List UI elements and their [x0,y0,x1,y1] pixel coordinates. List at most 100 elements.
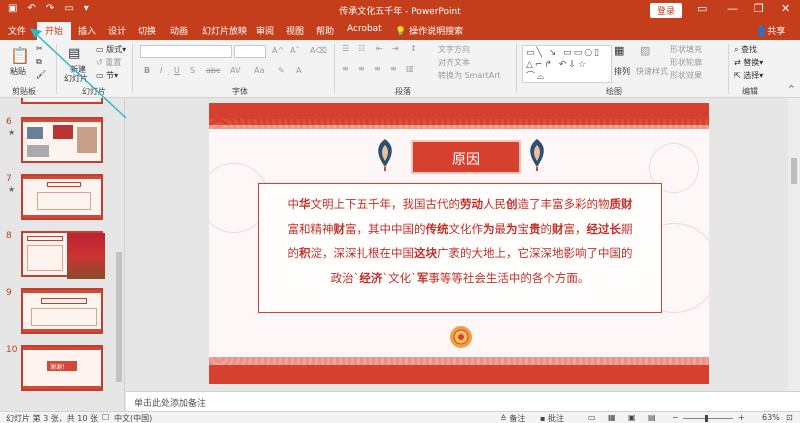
quick-styles-icon[interactable]: ▨ [640,44,650,57]
format-painter-icon[interactable]: 🖌 [36,70,46,79]
align-text-button[interactable]: 对齐文本 [438,57,470,68]
align-center-icon[interactable]: ≡ [358,64,365,73]
tab-file[interactable]: 文件 [8,24,26,37]
restore-icon[interactable]: ❐ [754,2,764,15]
tab-animations[interactable]: 动画 [170,24,188,37]
notes-toggle[interactable]: ≙ 备注 [500,413,525,423]
columns-icon[interactable]: ▥ [406,64,414,73]
bullets-icon[interactable]: ☰ [342,44,349,53]
clear-formatting-icon[interactable]: A⌫ [310,46,327,55]
font-color-button[interactable]: A [296,66,301,75]
notes-pane[interactable]: 单击此处添加备注 [126,391,800,411]
shapes-gallery[interactable]: ▭╲ ↘ ▭▭○▯ △⌐↱ ↶⇩☆ ⌒⌓ [522,45,612,83]
tab-review[interactable]: 审阅 [256,24,274,37]
layout-button[interactable]: ▭ 版式▾ [96,44,126,55]
normal-view-icon[interactable]: ▭ [588,413,596,422]
language-indicator[interactable]: 中文(中国) [114,413,152,423]
align-left-icon[interactable]: ≡ [342,64,349,73]
text-direction-button[interactable]: 文字方向 [438,44,470,55]
thumbnail-title [27,236,63,241]
slide-thumbnail[interactable] [21,288,103,334]
reset-button[interactable]: ↺ 重置 [96,57,121,68]
notes-placeholder[interactable]: 单击此处添加备注 [134,396,206,409]
increase-indent-icon[interactable]: ⇥ [392,44,399,53]
grow-font-icon[interactable]: A^ [272,46,284,55]
slide-scrollbar[interactable] [788,98,800,391]
paste-icon[interactable]: 📋 [10,46,30,65]
convert-smartart-button[interactable]: 转换为 SmartArt [438,70,501,81]
thumbnail-label: 谢谢！ [50,364,69,371]
slide-sorter-icon[interactable]: ▦ [608,413,616,422]
zoom-slider[interactable] [683,415,733,422]
tab-slideshow[interactable]: 幻灯片放映 [202,24,247,37]
slide-title[interactable]: 原因 [413,149,519,169]
zoom-out-icon[interactable]: − [672,413,679,422]
tell-me-search[interactable]: 💡 操作说明搜索 [395,24,463,37]
tab-home[interactable]: 开始 [37,22,72,40]
tab-help[interactable]: 帮助 [316,24,334,37]
tab-view[interactable]: 视图 [286,24,304,37]
tab-acrobat[interactable]: Acrobat [347,24,382,34]
font-name-box[interactable] [140,45,232,58]
ribbon-display-options-icon[interactable]: ▭ [697,2,707,15]
login-button[interactable]: 登录 [650,3,683,18]
current-slide[interactable]: 原因 中华文明上下五千年，我国古代的劳动人民创造了丰富多彩的物质财 富和精神财富，… [209,103,709,384]
arrange-button[interactable]: 排列 [614,66,630,77]
zoom-in-icon[interactable]: + [738,413,745,422]
minimize-icon[interactable]: — [727,2,738,15]
slide-thumbnail[interactable] [21,117,103,163]
char-spacing-button[interactable]: AV [230,66,240,75]
accessibility-icon[interactable]: ☐ [102,413,109,422]
comments-toggle[interactable]: ▪ 批注 [540,413,564,423]
tab-insert[interactable]: 插入 [78,24,96,37]
cut-icon[interactable]: ✂ [36,44,43,53]
shrink-font-icon[interactable]: Aˇ [290,46,299,55]
new-slide-button-line2[interactable]: 幻灯片 [64,73,88,84]
font-size-box[interactable] [234,45,266,58]
share-button[interactable]: 👤共享 [756,24,785,37]
tab-design[interactable]: 设计 [108,24,126,37]
strikethrough-button[interactable]: abc [206,66,220,75]
body-text-box[interactable]: 中华文明上下五千年，我国古代的劳动人民创造了丰富多彩的物质财 富和精神财富，其中中… [258,183,662,313]
replace-button[interactable]: ⇄ 替换▾ [734,57,763,68]
reading-view-icon[interactable]: ▣ [628,413,636,422]
slide-thumbnail[interactable]: 谢谢！ [21,345,103,391]
section-button[interactable]: ▭ 节▾ [96,70,118,81]
paste-button[interactable]: 粘贴 [10,66,26,77]
zoom-slider-knob[interactable] [705,415,708,422]
underline-button[interactable]: U [174,66,180,75]
shadow-button[interactable]: S [190,66,195,75]
slide-thumbnail[interactable] [21,174,103,220]
shape-outline-button[interactable]: 形状轮廓 [670,57,702,68]
numbering-icon[interactable]: ☷ [358,44,365,53]
fit-slide-icon[interactable]: ⊡ [786,413,793,422]
italic-button[interactable]: I [160,66,162,75]
slideshow-icon[interactable]: ▤ [648,413,656,422]
shape-effects-button[interactable]: 形状效果 [670,70,702,81]
bold-button[interactable]: B [144,66,150,75]
scrollbar-thumb[interactable] [791,158,797,184]
highlight-icon[interactable]: ✎ [278,66,285,75]
select-button[interactable]: ⇱ 选择▾ [734,70,763,81]
slide-thumbnail[interactable] [21,231,105,279]
align-right-icon[interactable]: ≡ [374,64,381,73]
quick-styles-button[interactable]: 快速样式 [636,66,668,77]
justify-icon[interactable]: ≡ [390,64,397,73]
slide-thumbnail[interactable] [21,98,103,104]
zoom-level[interactable]: 63% [762,413,780,422]
shape-fill-button[interactable]: 形状填充 [670,44,702,55]
scrollbar-thumb[interactable] [116,252,122,382]
collapse-ribbon-icon[interactable]: ^ [788,84,795,93]
decrease-indent-icon[interactable]: ⇤ [376,44,383,53]
copy-icon[interactable]: ⧉ [36,57,42,67]
thumbnails-scrollbar[interactable] [116,102,122,402]
new-slide-icon[interactable]: ▤ [68,46,80,61]
close-icon[interactable]: ✕ [781,2,790,15]
line-spacing-icon[interactable]: ↕ [410,44,417,53]
tab-transitions[interactable]: 切换 [138,24,156,37]
change-case-button[interactable]: Aa [254,66,264,75]
thumbnail-band [23,215,101,218]
arrange-icon[interactable]: ▦ [614,44,624,57]
thumbnail-band [23,347,101,350]
find-button[interactable]: ⌕ 查找 [734,44,757,55]
